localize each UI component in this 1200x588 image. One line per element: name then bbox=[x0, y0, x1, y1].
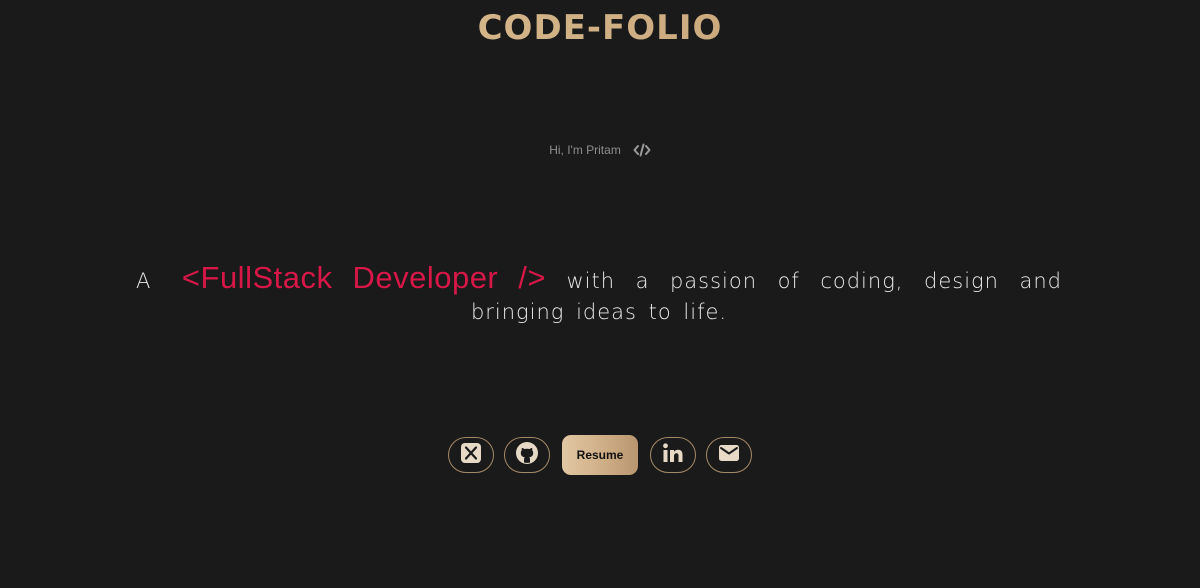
linkedin-button[interactable] bbox=[650, 437, 696, 473]
social-links: Resume bbox=[0, 435, 1200, 475]
site-logo[interactable]: CODE-FOLIO bbox=[0, 8, 1200, 48]
headline-prefix: A bbox=[136, 269, 152, 293]
greeting: Hi, I'm Pritam bbox=[0, 141, 1200, 159]
role-title: <FullStack Developer /> bbox=[181, 260, 546, 295]
hero-headline: A <FullStack Developer /> with a passion… bbox=[136, 262, 1062, 328]
linkedin-icon bbox=[662, 442, 684, 469]
github-icon bbox=[515, 441, 539, 470]
x-twitter-button[interactable] bbox=[448, 437, 494, 473]
x-twitter-icon bbox=[460, 442, 482, 469]
mail-icon bbox=[718, 444, 740, 467]
github-button[interactable] bbox=[504, 437, 550, 473]
resume-button[interactable]: Resume bbox=[562, 435, 638, 475]
email-button[interactable] bbox=[706, 437, 752, 473]
code-icon bbox=[633, 141, 651, 159]
greeting-text: Hi, I'm Pritam bbox=[549, 143, 621, 157]
tagline: with a passion of coding, design and bri… bbox=[470, 269, 1062, 324]
